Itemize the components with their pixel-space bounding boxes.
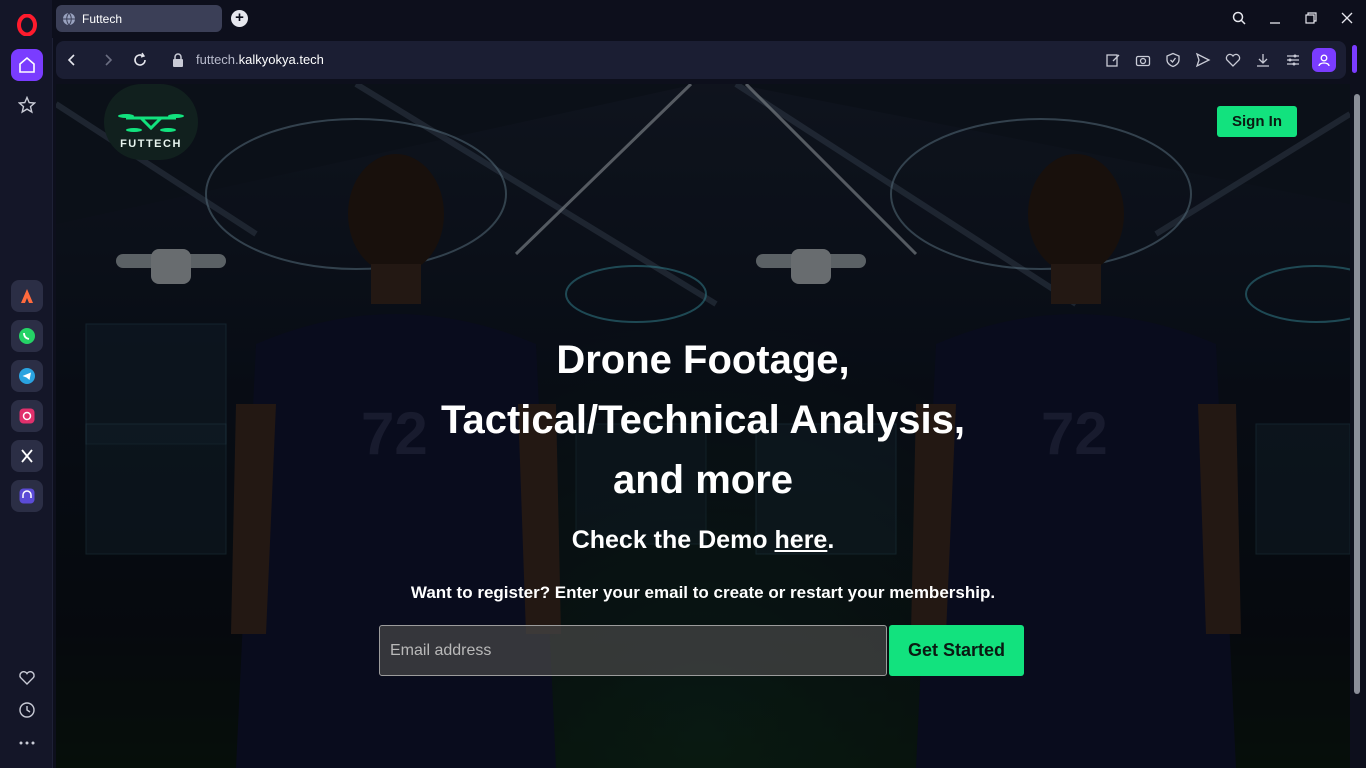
forward-icon[interactable]	[100, 52, 116, 68]
home-icon[interactable]	[11, 49, 43, 81]
demo-suffix: .	[827, 526, 835, 554]
x-icon[interactable]	[11, 440, 43, 472]
logo-text: FUTTECH	[120, 138, 182, 150]
email-input[interactable]	[379, 625, 887, 676]
telegram-icon[interactable]	[11, 360, 43, 392]
tab-futtech[interactable]: Futtech	[56, 5, 222, 32]
star-icon[interactable]	[11, 89, 43, 121]
address-bar: futtech.kalkyokya.tech	[56, 41, 1346, 79]
sign-in-button[interactable]: Sign In	[1217, 106, 1297, 137]
tab-bar: Futtech +	[52, 0, 1366, 38]
url-field[interactable]: futtech.kalkyokya.tech	[196, 52, 324, 67]
lock-icon[interactable]	[170, 52, 186, 68]
whatsapp-icon[interactable]	[11, 320, 43, 352]
futtech-logo[interactable]: FUTTECH	[104, 84, 198, 160]
drone-logo-icon	[118, 114, 184, 132]
instagram-icon[interactable]	[11, 400, 43, 432]
close-icon[interactable]	[1337, 8, 1357, 28]
reload-icon[interactable]	[132, 52, 148, 68]
page-viewport: 72 72 FUTTECH Sign In Drone Footage, Tac…	[56, 84, 1350, 768]
download-icon[interactable]	[1255, 52, 1271, 68]
minimize-icon[interactable]	[1265, 8, 1285, 28]
globe-icon	[63, 12, 75, 26]
scrollbar-thumb[interactable]	[1354, 94, 1360, 694]
music-player-icon[interactable]	[11, 480, 43, 512]
new-tab-button[interactable]: +	[231, 10, 248, 27]
headline-line-2: Tactical/Technical Analysis,	[441, 398, 965, 442]
tab-title: Futtech	[82, 11, 123, 26]
demo-prefix: Check the Demo	[571, 526, 775, 554]
history-icon[interactable]	[11, 694, 43, 726]
shield-icon[interactable]	[1165, 52, 1181, 68]
register-text: Want to register? Enter your email to cr…	[410, 583, 996, 602]
heart-outline-icon[interactable]	[1225, 52, 1241, 68]
url-prefix: futtech.	[196, 52, 239, 67]
url-domain: kalkyokya.tech	[238, 52, 324, 67]
demo-link[interactable]: here	[775, 526, 828, 554]
profile-button[interactable]	[1312, 48, 1336, 72]
restore-icon[interactable]	[1301, 8, 1321, 28]
easy-setup-icon[interactable]	[1285, 52, 1301, 68]
user-icon	[1318, 54, 1330, 67]
get-started-button[interactable]: Get Started	[889, 625, 1024, 676]
opera-sidebar	[0, 0, 53, 768]
back-icon[interactable]	[64, 52, 80, 68]
headline-line-1: Drone Footage,	[556, 338, 850, 382]
edit-icon[interactable]	[1105, 52, 1121, 68]
demo-text: Check the Demo here.	[56, 526, 1350, 555]
aria-icon[interactable]	[11, 280, 43, 312]
hero-headline: Drone Footage, Tactical/Technical Analys…	[56, 330, 1350, 510]
sidebar-toggle[interactable]	[1352, 45, 1357, 73]
search-icon[interactable]	[1229, 8, 1249, 28]
opera-logo-icon[interactable]	[17, 14, 37, 36]
more-icon[interactable]	[11, 727, 43, 759]
headline-line-3: and more	[612, 458, 794, 502]
send-icon[interactable]	[1195, 52, 1211, 68]
heart-icon[interactable]	[11, 662, 43, 694]
scrollbar[interactable]	[1352, 84, 1362, 768]
camera-icon[interactable]	[1135, 52, 1151, 68]
